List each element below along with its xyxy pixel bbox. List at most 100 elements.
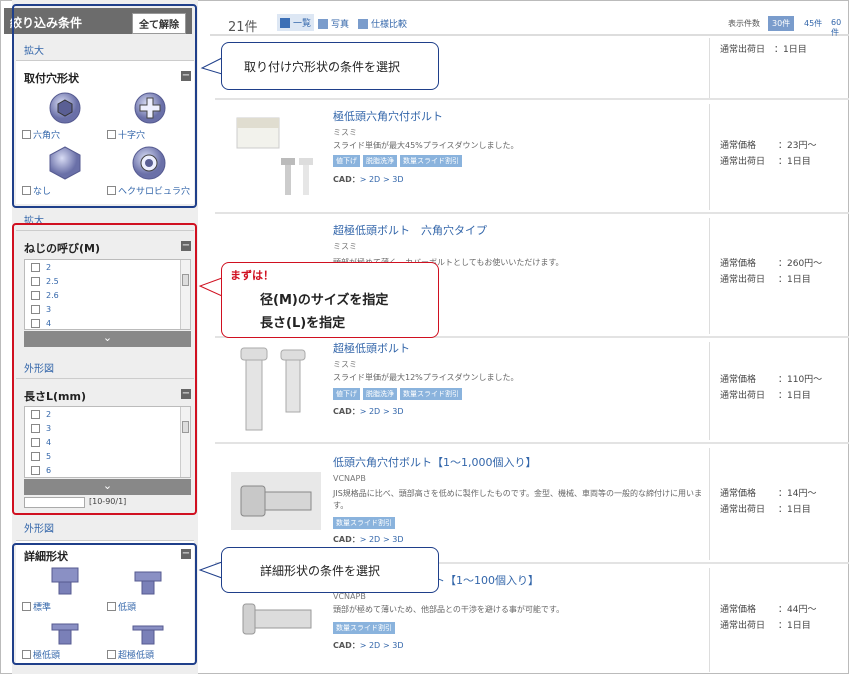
callout-hole-shape: 取り付け穴形状の条件を選択 — [221, 42, 439, 90]
callout-heading: まずは！ — [230, 269, 274, 282]
per-page-60[interactable]: 60件 — [827, 16, 849, 40]
callout-size: まずは！ 径(M)のサイズを指定 長さ(L)を指定 — [221, 262, 439, 338]
cad-2d-link[interactable]: > 2D — [360, 175, 381, 184]
ship-value: ：1日目 — [778, 275, 811, 285]
outline-link[interactable]: 外形図 — [24, 520, 54, 535]
price-value: ：14円〜 — [778, 489, 817, 499]
product-name-link[interactable]: 低頭六角穴付ボルト【1〜1,000個入り】 — [333, 454, 537, 470]
product-name-link[interactable]: 超極低頭ボルト 六角穴タイプ — [333, 222, 487, 238]
product-row[interactable]: 極低頭六角穴付ボルト ミスミ スライド単価が最大45%プライスダウンしました。 … — [215, 100, 849, 214]
result-count: 21件 — [228, 20, 258, 35]
cad-2d-link[interactable]: > 2D — [360, 641, 381, 650]
ship-value: ：1日目 — [778, 505, 811, 515]
cad-label: CAD： — [333, 407, 360, 416]
product-maker: ミスミ — [333, 242, 357, 251]
product-image — [236, 117, 313, 195]
ship-label: 通常出荷日 — [720, 505, 766, 515]
divider — [709, 568, 710, 672]
price-label: 通常価格 — [720, 489, 757, 499]
divider — [709, 342, 710, 440]
price-value: ：44円〜 — [778, 605, 817, 615]
tab-label: 写真 — [331, 20, 350, 30]
divider — [709, 104, 710, 210]
cad-links: CAD：> 2D > 3D — [333, 406, 404, 417]
price-block: 通常価格 ：23円〜 通常出荷日 ：1日目 — [720, 138, 816, 170]
product-maker: VCNAPB — [333, 592, 366, 601]
callout-text: 詳細形状の条件を選択 — [260, 564, 381, 578]
product-description: スライド単価が最大45%プライスダウンしました。 — [333, 141, 519, 150]
tab-label: 一覧 — [293, 19, 312, 29]
cad-2d-link[interactable]: > 2D — [360, 407, 381, 416]
cad-links: CAD：> 2D > 3D — [333, 534, 404, 545]
price-label: 通常価格 — [720, 375, 757, 385]
ship-date: 通常出荷日 ：1日目 — [720, 45, 807, 55]
product-name-link[interactable]: ルト【1〜100個入り】 — [423, 572, 539, 588]
tag-badge: 数量スライド割引 — [400, 388, 462, 400]
tag-list: 値下げ 脱脂洗浄 数量スライド割引 — [333, 388, 462, 400]
product-name-link[interactable]: 極低頭六角穴付ボルト — [333, 108, 443, 124]
cad-3d-link[interactable]: > 3D — [383, 641, 404, 650]
highlight-size — [12, 223, 197, 515]
tag-badge: 脱脂洗浄 — [363, 388, 397, 400]
cad-label: CAD： — [333, 175, 360, 184]
product-row[interactable]: 低頭六角穴付ボルト【1〜1,000個入り】 VCNAPB JIS規格品に比べ、頭… — [215, 444, 849, 564]
cad-links: CAD：> 2D > 3D — [333, 640, 404, 651]
ship-value: ：1日目 — [778, 157, 811, 167]
cad-2d-link[interactable]: > 2D — [360, 535, 381, 544]
price-label: 通常価格 — [720, 605, 757, 615]
product-description: JIS規格品に比べ、頭部高さを低めに製作したものです。金型、機械、車両等の一般的… — [333, 489, 702, 510]
price-label: 通常価格 — [720, 259, 757, 269]
price-block: 通常価格 ：110円〜通常出荷日 ：1日目 — [720, 372, 822, 404]
cad-label: CAD： — [333, 535, 360, 544]
view-compare-tab[interactable]: 仕様比較 — [358, 17, 407, 30]
callout-detail: 詳細形状の条件を選択 — [221, 547, 439, 593]
per-page-label: 表示件数 — [728, 19, 760, 28]
tag-badge: 値下げ — [333, 155, 360, 167]
tag-badge: 数量スライド割引 — [333, 517, 395, 529]
price-value: ：260円〜 — [778, 259, 823, 269]
ship-value: ：1日目 — [778, 391, 811, 401]
price-value: ：110円〜 — [778, 375, 823, 385]
ship-label: 通常出荷日 — [720, 621, 766, 631]
tag-badge: 数量スライド割引 — [333, 622, 395, 634]
cad-3d-link[interactable]: > 3D — [383, 175, 404, 184]
list-icon — [280, 17, 290, 28]
product-maker: ミスミ — [333, 128, 357, 137]
view-list-tab[interactable]: 一覧 — [277, 14, 315, 31]
cad-links: CAD：> 2D > 3D — [333, 174, 404, 185]
tag-badge: 脱脂洗浄 — [363, 155, 397, 167]
product-name-link[interactable]: 超極低頭ボルト — [333, 340, 410, 356]
divider — [709, 218, 710, 334]
callout-text: 取り付け穴形状の条件を選択 — [244, 60, 401, 74]
view-photo-tab[interactable]: 写真 — [318, 17, 349, 30]
highlight-detail — [12, 543, 197, 665]
product-image — [240, 347, 306, 431]
callout-text: 長さ(L)を指定 — [260, 316, 346, 331]
cad-3d-link[interactable]: > 3D — [383, 407, 404, 416]
divider — [709, 38, 710, 98]
divider — [709, 448, 710, 560]
product-description: 頭部が極めて薄いため、他部品との干渉を避ける事が可能です。 — [333, 605, 565, 614]
per-page-30[interactable]: 30件 — [768, 16, 795, 31]
cad-3d-link[interactable]: > 3D — [383, 535, 404, 544]
callout-text: 径(M)のサイズを指定 — [260, 293, 389, 308]
ship-value: ：1日目 — [778, 621, 811, 631]
ship-label: 通常出荷日 — [720, 157, 766, 167]
ship-label: 通常出荷日 — [720, 275, 766, 285]
product-image — [242, 603, 312, 635]
tag-list: 値下げ 脱脂洗浄 数量スライド割引 — [333, 155, 462, 167]
product-description: スライド単価が最大12%プライスダウンしました。 — [333, 373, 519, 382]
tag-list: 数量スライド割引 — [333, 517, 395, 529]
results-toolbar: 21件 一覧 写真 仕様比較 表示件数 30件 45件 60件 — [210, 8, 849, 37]
ship-label: 通常出荷日 — [720, 391, 766, 401]
tab-label: 仕様比較 — [371, 20, 408, 30]
tag-list: 数量スライド割引 — [333, 622, 395, 634]
grid-icon — [318, 18, 328, 29]
compare-icon — [358, 18, 368, 29]
price-block: 通常価格 ：14円〜通常出荷日 ：1日目 — [720, 486, 816, 518]
product-row[interactable]: 超極低頭ボルト ミスミ スライド単価が最大12%プライスダウンしました。 値下げ… — [215, 338, 849, 444]
per-page-45[interactable]: 45件 — [800, 16, 826, 31]
tag-badge: 値下げ — [333, 388, 360, 400]
tag-badge: 数量スライド割引 — [400, 155, 462, 167]
product-image — [231, 472, 321, 530]
